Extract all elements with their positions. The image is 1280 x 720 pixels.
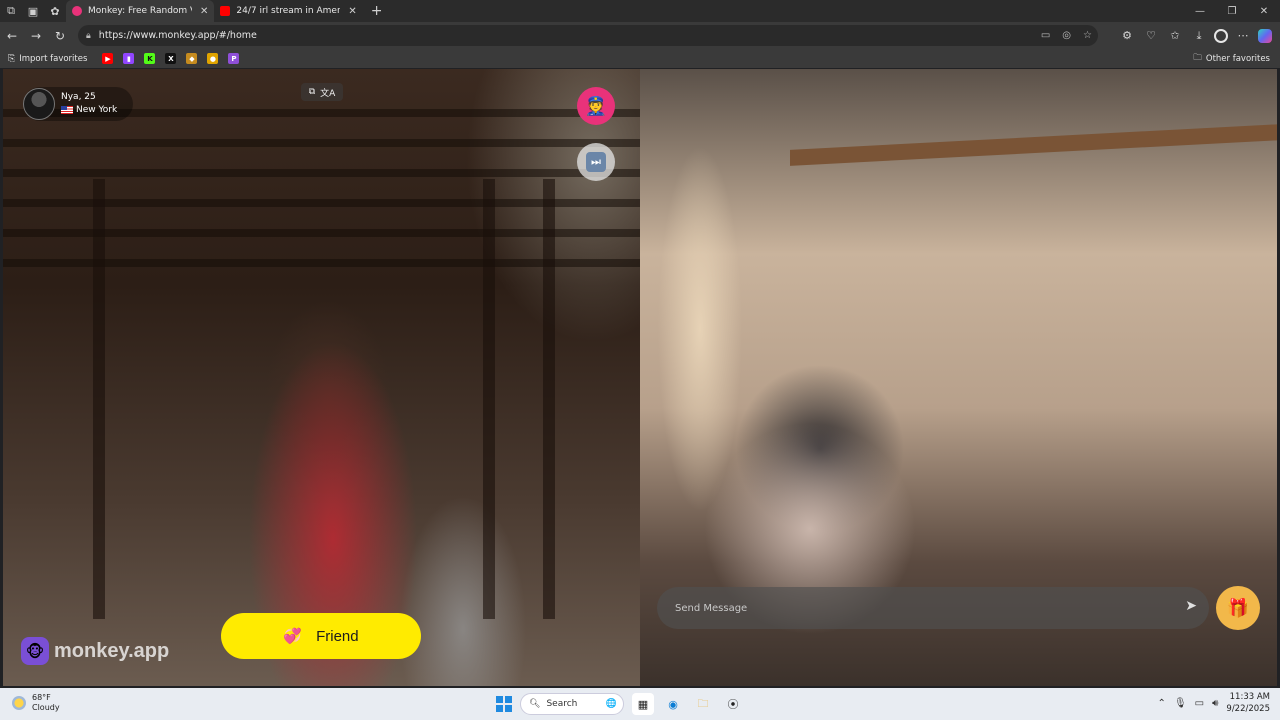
report-button[interactable]: 👮: [577, 87, 615, 125]
youtube-favicon-icon: [220, 6, 231, 16]
tab-actions-icon[interactable]: ▣: [22, 0, 44, 22]
window-controls: — ❐ ✕: [1184, 0, 1280, 22]
tab-title: Monkey: Free Random Video: [88, 6, 192, 16]
bookmark-app3-icon[interactable]: P: [228, 53, 240, 64]
youtube-icon[interactable]: ▶: [102, 53, 114, 64]
picture-in-picture-toggle-icon: ⧉: [308, 87, 316, 97]
weather-icon: [12, 696, 26, 710]
close-tab-icon[interactable]: ✕: [200, 6, 208, 17]
friend-label: Friend: [316, 627, 359, 645]
back-button[interactable]: ←: [0, 24, 24, 48]
twitch-icon[interactable]: ▮: [123, 53, 135, 64]
tab-strip: ⧉ ▣ ✿ Monkey: Free Random Video ✕ 24/7 i…: [0, 0, 1280, 22]
maximize-button[interactable]: ❐: [1216, 0, 1248, 22]
network-icon[interactable]: ▭: [1195, 698, 1204, 709]
local-video: ➤ 🎁: [640, 69, 1277, 686]
profile-icon[interactable]: [1214, 28, 1228, 43]
search-highlight-icon: 🌐: [605, 699, 617, 709]
clock-date: 9/22/2025: [1226, 704, 1270, 714]
chat-bar: ➤: [657, 587, 1209, 629]
bookmark-app-icon[interactable]: ◆: [186, 53, 198, 64]
import-favorites-button[interactable]: ⎘ Import favorites: [8, 54, 87, 64]
translate-button[interactable]: ⧉ 文A: [301, 83, 343, 101]
favorites-icon[interactable]: ✩: [1166, 27, 1184, 45]
minimize-button[interactable]: —: [1184, 0, 1216, 22]
taskbar: 68°F Cloudy 🔍︎ Search 🌐 ▦ ◉ 🗀 ⦿ ⌃ 🎙︎ ▭ 🔊…: [0, 688, 1280, 720]
forward-button[interactable]: →: [24, 24, 48, 48]
downloads-icon[interactable]: ⤓: [1190, 27, 1208, 45]
weather-temp: 68°F: [32, 693, 51, 702]
close-tab-icon[interactable]: ✕: [348, 6, 356, 17]
favorites-list: ▶ ▮ K X ◆ ● P: [97, 53, 244, 64]
gift-icon: 🎁: [1226, 597, 1250, 619]
workspaces-icon[interactable]: ⧉: [0, 0, 22, 22]
microphone-icon[interactable]: 🎙︎: [1174, 698, 1187, 709]
monkey-favicon-icon: [72, 6, 82, 16]
favorites-bar: ⎘ Import favorites ▶ ▮ K X ◆ ● P 🗀 Other…: [0, 49, 1280, 68]
clock-time: 11:33 AM: [1229, 692, 1270, 702]
brand-watermark: 🐵 monkey.app: [21, 637, 169, 665]
monkey-logo-icon: 🐵: [21, 637, 49, 665]
refresh-button[interactable]: ↻: [48, 24, 72, 48]
gift-button[interactable]: 🎁: [1216, 586, 1260, 630]
copilot-icon[interactable]: [1258, 28, 1272, 43]
search-icon: 🔍︎: [529, 699, 541, 709]
close-window-button[interactable]: ✕: [1248, 0, 1280, 22]
tab-title: 24/7 irl stream in America us Day: [236, 6, 341, 16]
kick-icon[interactable]: K: [144, 53, 156, 64]
import-icon: ⎘: [8, 53, 16, 64]
x-icon[interactable]: X: [165, 53, 177, 64]
brand-text: monkey.app: [54, 639, 170, 662]
volume-icon[interactable]: 🔊︎: [1212, 698, 1218, 709]
edge-icon[interactable]: ◉: [662, 693, 684, 715]
favorite-star-icon[interactable]: ☆: [1083, 30, 1092, 41]
more-menu-icon[interactable]: ⋯: [1234, 27, 1252, 45]
police-officer-icon: 👮: [584, 95, 608, 117]
clock[interactable]: 11:33 AM 9/22/2025: [1226, 691, 1270, 715]
immersive-reader-icon[interactable]: ◎: [1062, 30, 1071, 41]
weather-condition: Cloudy: [32, 703, 60, 712]
remote-user-location: New York: [76, 105, 118, 115]
taskbar-search[interactable]: 🔍︎ Search 🌐: [520, 693, 624, 715]
file-explorer-icon[interactable]: 🗀: [692, 693, 714, 715]
weather-widget[interactable]: 68°F Cloudy: [12, 693, 60, 713]
obs-icon[interactable]: ⦿: [722, 693, 744, 715]
remote-video: Nya, 25 New York ⧉ 文A 👮 ⏭︎ 💞 Friend 🐵 mo: [3, 69, 640, 686]
tab-youtube[interactable]: 24/7 irl stream in America us Day ✕: [214, 0, 362, 22]
extension-icon[interactable]: ✿: [44, 0, 66, 22]
other-favorites-label: Other favorites: [1205, 53, 1270, 64]
us-flag-icon: [61, 105, 73, 114]
new-tab-button[interactable]: +: [363, 3, 391, 19]
extensions-icon[interactable]: ⚙: [1118, 27, 1136, 45]
lock-icon: 🔒︎: [86, 30, 91, 41]
url-text: https://www.monkey.app/#/home: [98, 30, 257, 41]
bookmark-app2-icon[interactable]: ●: [207, 53, 219, 64]
skip-forward-icon: ⏭︎: [586, 152, 606, 172]
system-tray: ⌃ 🎙︎ ▭ 🔊︎ 11:33 AM 9/22/2025: [1158, 691, 1270, 715]
browser-window: ⧉ ▣ ✿ Monkey: Free Random Video ✕ 24/7 i…: [0, 0, 1280, 720]
folder-icon: 🗀: [1193, 52, 1202, 63]
message-input[interactable]: [675, 602, 1155, 614]
friend-button[interactable]: 💞 Friend: [221, 613, 421, 659]
navigation-bar: ← → ↻ 🔒︎ https://www.monkey.app/#/home ▭…: [0, 22, 1280, 49]
translate-icon: 文A: [320, 88, 336, 99]
skip-button[interactable]: ⏭︎: [577, 143, 615, 181]
remote-user-name: Nya, 25: [61, 92, 96, 102]
avatar: [23, 88, 55, 120]
send-icon[interactable]: ➤: [1185, 598, 1197, 614]
address-bar[interactable]: 🔒︎ https://www.monkey.app/#/home ▭ ◎ ☆: [78, 25, 1098, 46]
browser-essentials-icon[interactable]: ♡: [1142, 27, 1160, 45]
remote-user-info[interactable]: Nya, 25 New York: [23, 87, 133, 121]
start-button[interactable]: [496, 696, 512, 712]
tab-monkey[interactable]: Monkey: Free Random Video ✕: [66, 0, 215, 22]
video-chat-area: Nya, 25 New York ⧉ 文A 👮 ⏭︎ 💞 Friend 🐵 mo: [3, 69, 1277, 686]
show-hidden-icons-icon[interactable]: ⌃: [1158, 698, 1166, 709]
import-favorites-label: Import favorites: [19, 53, 88, 64]
heart-icon: 💞: [283, 628, 303, 645]
other-favorites-button[interactable]: 🗀 Other favorites: [1193, 52, 1270, 66]
picture-in-picture-icon[interactable]: ▭: [1041, 30, 1050, 41]
search-label: Search: [546, 699, 578, 709]
task-view-icon[interactable]: ▦: [632, 693, 654, 715]
